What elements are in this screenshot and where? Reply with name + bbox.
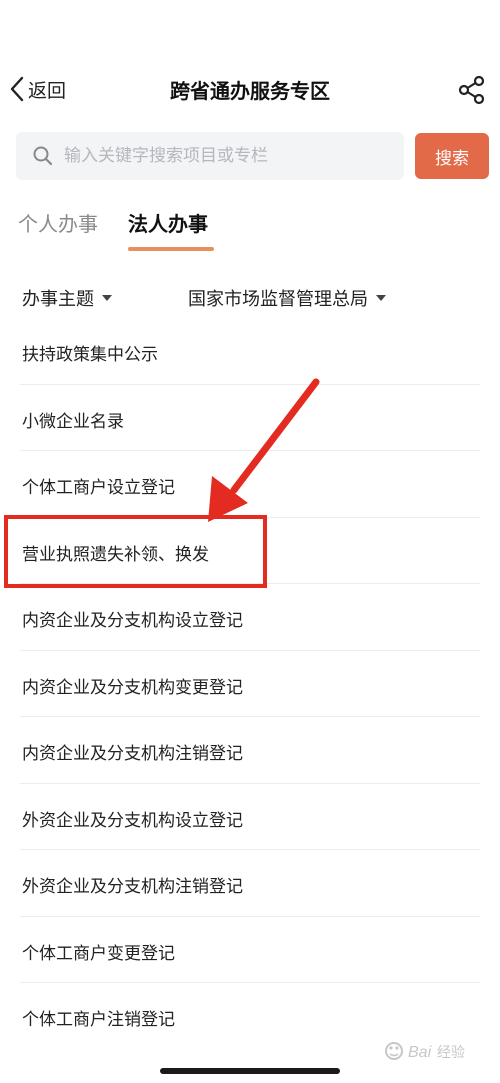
theme-filter-dropdown[interactable]: 办事主题 bbox=[22, 285, 112, 311]
list-item-label: 外资企业及分支机构注销登记 bbox=[22, 877, 243, 897]
status-bar bbox=[0, 0, 500, 60]
search-icon bbox=[33, 146, 53, 166]
list-item-label: 内资企业及分支机构设立登记 bbox=[22, 611, 243, 631]
list-item[interactable]: 个体工商户设立登记 bbox=[20, 451, 480, 518]
svg-text:经验: 经验 bbox=[437, 1044, 465, 1060]
list-item[interactable]: 个体工商户变更登记 bbox=[20, 917, 480, 983]
list-item-label: 内资企业及分支机构变更登记 bbox=[22, 677, 243, 698]
share-icon bbox=[458, 75, 485, 105]
theme-filter-label: 办事主题 bbox=[22, 289, 94, 310]
search-box bbox=[16, 132, 404, 180]
list-item-label: 个体工商户变更登记 bbox=[22, 943, 175, 964]
list-item-label: 外资企业及分支机构设立登记 bbox=[22, 810, 243, 831]
list-item[interactable]: 扶持政策集中公示 bbox=[20, 318, 480, 385]
list-item-label: 扶持政策集中公示 bbox=[22, 345, 158, 365]
list-item[interactable]: 小微企业名录 bbox=[20, 385, 480, 451]
list-item-label: 营业执照遗失补领、换发 bbox=[22, 544, 209, 565]
list-item[interactable]: 外资企业及分支机构设立登记 bbox=[20, 784, 480, 850]
caret-down-icon bbox=[102, 295, 112, 301]
list-item[interactable]: 内资企业及分支机构设立登记 bbox=[20, 584, 480, 651]
department-filter-dropdown[interactable]: 国家市场监督管理总局 bbox=[188, 285, 386, 311]
active-tab-indicator bbox=[128, 247, 214, 251]
list-item-label: 内资企业及分支机构注销登记 bbox=[22, 744, 243, 764]
list-item-label: 个体工商户注销登记 bbox=[22, 1010, 175, 1030]
list-item[interactable]: 外资企业及分支机构注销登记 bbox=[20, 850, 480, 917]
list-item[interactable]: 内资企业及分支机构变更登记 bbox=[20, 651, 480, 717]
tab-personal[interactable]: 个人办事 bbox=[18, 208, 98, 237]
list-item[interactable]: 营业执照遗失补领、换发 bbox=[20, 518, 480, 584]
list-item-label: 小微企业名录 bbox=[22, 411, 124, 432]
svg-text:Bai: Bai bbox=[408, 1044, 432, 1061]
department-filter-label: 国家市场监督管理总局 bbox=[188, 289, 368, 310]
baidu-watermark-logo: Bai 经验 bbox=[385, 1042, 465, 1061]
list-item-label: 个体工商户设立登记 bbox=[22, 478, 175, 498]
caret-down-icon bbox=[376, 295, 386, 301]
page-title: 跨省通办服务专区 bbox=[170, 79, 330, 103]
home-indicator bbox=[160, 1068, 340, 1074]
nav-bar: 返回 跨省通办服务专区 bbox=[0, 66, 500, 112]
search-button[interactable]: 搜索 bbox=[415, 133, 489, 179]
share-button[interactable] bbox=[456, 74, 488, 106]
search-input[interactable] bbox=[62, 145, 386, 167]
list-item[interactable]: 内资企业及分支机构注销登记 bbox=[20, 717, 480, 784]
tab-legal-entity[interactable]: 法人办事 bbox=[128, 208, 208, 237]
